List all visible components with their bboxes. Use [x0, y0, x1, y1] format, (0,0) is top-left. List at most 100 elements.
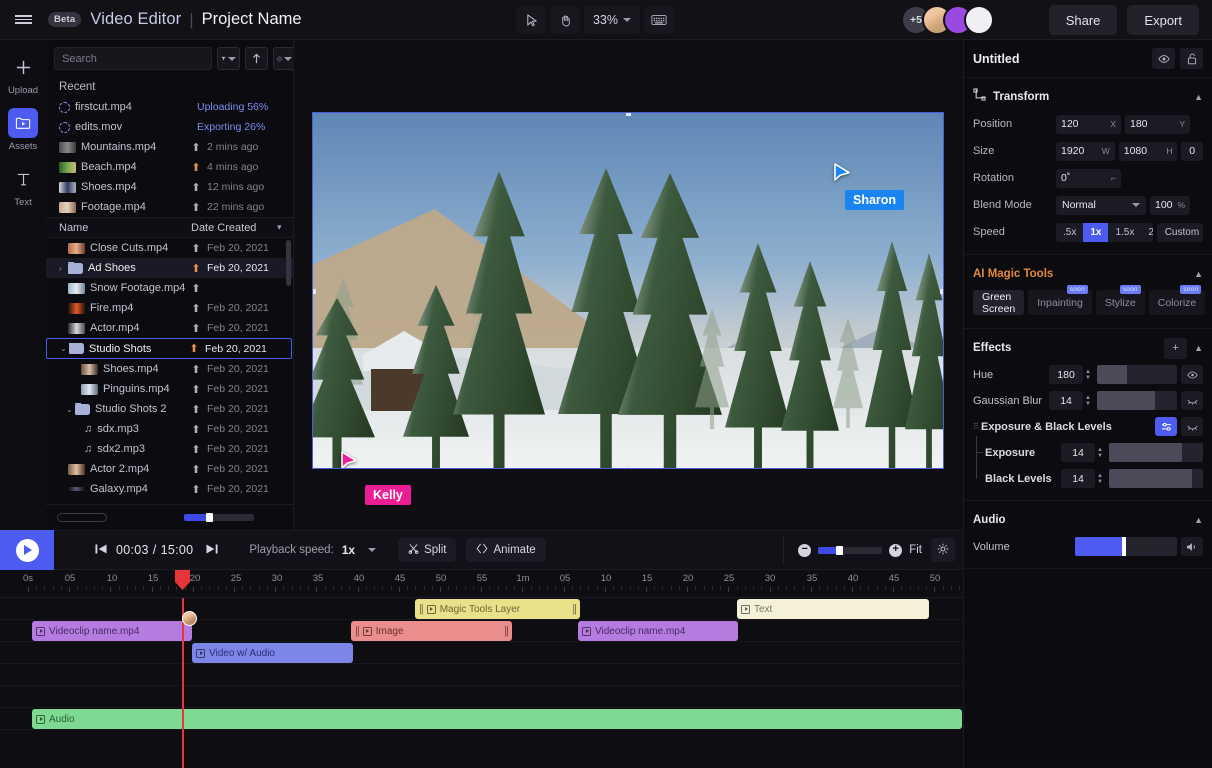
audio-header[interactable]: Audio ▲ [973, 510, 1203, 530]
chevron-down-icon[interactable]: ⌄ [60, 344, 69, 353]
eye-icon[interactable] [1152, 48, 1175, 69]
timeline[interactable]: 0s 05 10 15 20 25 30 35 40 45 50 55 1m 0… [0, 570, 1010, 768]
chevron-up-icon[interactable]: ▲ [1194, 343, 1203, 353]
timeline-clip[interactable]: Text [737, 599, 929, 619]
list-item[interactable]: Beach.mp4 ⬆ 4 mins ago [46, 157, 293, 177]
drag-dots-icon[interactable]: ⠿ [973, 423, 979, 431]
effect-group-exposure-black-levels[interactable]: ⠿ Exposure & Black Levels [973, 416, 1203, 437]
timeline-clip[interactable]: || Image || [351, 621, 512, 641]
clip-handle-left[interactable]: || [355, 625, 360, 637]
sidebar-item-upload[interactable]: Upload [0, 52, 46, 96]
list-item[interactable]: Footage.mp4 ⬆ 22 mins ago [46, 197, 293, 217]
keyboard-icon[interactable] [644, 6, 674, 34]
magic-tool-colorize[interactable]: soon Colorize [1148, 285, 1206, 315]
chevron-down-icon[interactable]: ⌄ [66, 405, 75, 414]
chevron-up-icon[interactable]: ▲ [1194, 269, 1203, 279]
clip-handle-right[interactable]: || [504, 625, 509, 637]
skip-previous-icon[interactable] [88, 543, 114, 558]
zoom-level-dropdown[interactable]: 33% [584, 6, 640, 34]
list-item[interactable]: ♫ sdx.mp3 ⬆ Feb 20, 2021 [46, 419, 293, 439]
list-item[interactable]: Actor 2.mp4 ⬆ Feb 20, 2021 [46, 459, 293, 479]
size-width-input[interactable]: 1920 W [1056, 141, 1115, 161]
speed-option-2x[interactable]: 2x [1141, 223, 1152, 242]
split-button[interactable]: Split [398, 538, 457, 562]
play-button[interactable] [0, 530, 54, 570]
timeline-clip[interactable]: Video w/ Audio [192, 643, 353, 663]
timeline-clip[interactable]: Audio [32, 709, 962, 729]
timeline-tracks[interactable]: || Magic Tools Layer || Text Videoclip name.… [0, 570, 963, 768]
chevron-right-icon[interactable]: › [59, 264, 68, 273]
add-effect-button[interactable]: + [1164, 337, 1188, 359]
page-title[interactable]: Untitled [973, 52, 1147, 66]
unlock-icon[interactable] [1180, 48, 1203, 69]
eye-closed-icon[interactable] [1181, 391, 1203, 410]
column-header-date[interactable]: Date Created [191, 222, 277, 234]
export-button[interactable]: Export [1127, 5, 1199, 35]
volume-slider[interactable] [1075, 537, 1177, 556]
speed-option-custom[interactable]: Custom [1156, 222, 1203, 242]
clip-handle-left[interactable]: || [419, 603, 424, 615]
speed-option-1x[interactable]: 1x [1083, 222, 1109, 242]
chevron-down-icon[interactable] [368, 548, 377, 552]
search-input[interactable] [54, 47, 212, 70]
hue-slider[interactable] [1097, 365, 1177, 384]
sidebar-item-assets[interactable]: Assets [0, 108, 46, 152]
resize-handle-right[interactable] [940, 289, 943, 294]
track-row[interactable] [0, 642, 963, 664]
exposure-slider[interactable] [1109, 443, 1203, 462]
list-item[interactable]: Galaxy.mp4 ⬆ Feb 20, 2021 [46, 479, 293, 499]
collaborator-avatars[interactable]: +5 [901, 5, 994, 35]
opacity-input[interactable]: 100 % [1150, 195, 1190, 215]
blend-mode-select[interactable]: Normal [1056, 195, 1146, 215]
sliders-icon[interactable] [1155, 417, 1177, 436]
avatar[interactable] [964, 5, 994, 35]
column-header-name[interactable]: Name [59, 222, 191, 234]
chevron-down-icon[interactable]: ▾ [277, 222, 293, 233]
rotation-input[interactable]: 0˚ ⌐ [1056, 168, 1121, 188]
timeline-settings-button[interactable] [931, 538, 955, 562]
timeline-clip[interactable]: Videoclip name.mp4 [578, 621, 738, 641]
transform-header[interactable]: Transform ▲ [973, 87, 1203, 107]
list-item[interactable]: Close Cuts.mp4 ⬆ Feb 20, 2021 [46, 238, 293, 258]
minus-circle-icon[interactable]: − [798, 543, 812, 557]
stepper-arrows-icon[interactable]: ▲ ▼ [1085, 395, 1091, 407]
black-levels-value-input[interactable]: 14 [1061, 469, 1096, 488]
size-extra-input[interactable]: 0 [1181, 141, 1203, 161]
speed-option-1_5x[interactable]: 1.5x [1108, 223, 1141, 242]
stepper-arrows-icon[interactable]: ▲ ▼ [1097, 447, 1103, 459]
view-toggle-button[interactable] [57, 513, 107, 522]
sidebar-item-text[interactable]: Text [0, 164, 46, 208]
list-item[interactable]: ⌄ Studio Shots ⬆ Feb 20, 2021 [46, 338, 292, 359]
list-item[interactable]: ⌄ Studio Shots 2 ⬆ Feb 20, 2021 [46, 399, 293, 419]
list-item[interactable]: Shoes.mp4 ⬆ Feb 20, 2021 [46, 359, 293, 379]
gaussian-blur-value-input[interactable]: 14 [1049, 391, 1084, 410]
exposure-value-input[interactable]: 14 [1061, 443, 1096, 462]
magic-tool-stylize[interactable]: soon Stylize [1095, 285, 1145, 315]
list-item[interactable]: Fire.mp4 ⬆ Feb 20, 2021 [46, 298, 293, 318]
cursor-arrow-icon[interactable] [516, 6, 546, 34]
hand-icon[interactable] [550, 6, 580, 34]
list-item[interactable]: Pinguins.mp4 ⬆ Feb 20, 2021 [46, 379, 293, 399]
thumbnail-size-slider[interactable] [184, 513, 254, 522]
timeline-ruler[interactable]: 0s 05 10 15 20 25 30 35 40 45 50 55 1m 0… [0, 570, 1010, 598]
fit-button[interactable]: Fit [909, 544, 922, 556]
size-height-input[interactable]: 1080 H [1118, 141, 1178, 161]
eye-closed-icon[interactable] [1181, 417, 1203, 436]
hamburger-menu-icon[interactable] [0, 0, 46, 40]
list-item[interactable]: Actor.mp4 ⬆ Feb 20, 2021 [46, 318, 293, 338]
position-x-input[interactable]: 120 X [1056, 114, 1121, 134]
speed-segmented-control[interactable]: .5x 1x 1.5x 2x [1056, 222, 1153, 242]
list-item[interactable]: firstcut.mp4 Uploading 56% [46, 97, 293, 117]
sort-button[interactable] [245, 47, 268, 70]
more-options-button[interactable] [273, 47, 296, 70]
magic-tool-inpainting[interactable]: soon Inpainting [1028, 285, 1092, 315]
share-button[interactable]: Share [1048, 5, 1118, 35]
timeline-zoom-slider[interactable] [818, 545, 883, 555]
chevron-up-icon[interactable]: ▲ [1194, 515, 1203, 525]
animate-button[interactable]: Animate [466, 538, 546, 562]
resize-handle-top[interactable] [626, 113, 631, 116]
stepper-arrows-icon[interactable]: ▲ ▼ [1097, 473, 1103, 485]
list-item[interactable]: ♫ sdx2.mp3 ⬆ Feb 20, 2021 [46, 439, 293, 459]
playback-speed-value[interactable]: 1x [342, 543, 355, 557]
project-name[interactable]: Project Name [202, 10, 302, 29]
